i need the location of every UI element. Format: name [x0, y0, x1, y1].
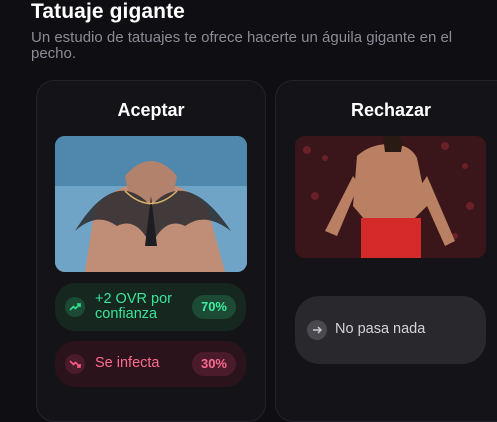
option-title: Aceptar — [117, 100, 185, 120]
option-card-reject[interactable]: Rechazar No pasa nada — [275, 80, 497, 422]
outcome-negative: Se infecta 30% — [55, 341, 246, 387]
outcome-percent: 30% — [191, 352, 236, 376]
trending-down-icon — [65, 354, 85, 374]
arrow-right-icon — [307, 320, 327, 340]
outcome-label: Se infecta — [95, 355, 160, 371]
outcome-positive: +2 OVR por confianza 70% — [55, 283, 246, 331]
outcome-percent: 70% — [191, 295, 236, 319]
outcome-label: +2 OVR por confianza — [95, 291, 172, 322]
option-title: Rechazar — [350, 100, 432, 120]
option-card-accept[interactable]: Aceptar +2 OVR por confianza 70% Se infe… — [36, 80, 266, 422]
page-subtitle: Un estudio de tatuajes te ofrece hacerte… — [31, 29, 453, 62]
tattoo-chest-image — [55, 136, 247, 272]
outcome-neutral: No pasa nada — [295, 296, 486, 364]
page-title: Tatuaje gigante — [31, 0, 185, 23]
trending-up-icon — [65, 297, 85, 317]
outcome-label: No pasa nada — [335, 321, 426, 337]
celebrating-player-image — [295, 136, 486, 258]
